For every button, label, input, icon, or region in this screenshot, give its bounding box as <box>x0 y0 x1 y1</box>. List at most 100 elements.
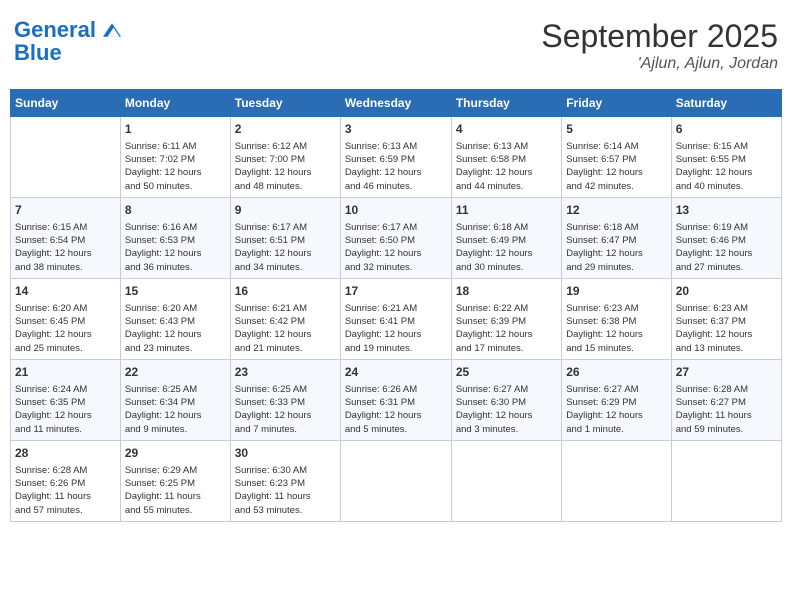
calendar-cell: 9 Sunrise: 6:17 AM Sunset: 6:51 PM Daylig… <box>230 197 340 278</box>
day-number: 23 <box>235 364 336 381</box>
title-block: September 2025 'Ajlun, Ajlun, Jordan <box>541 18 778 73</box>
calendar-cell: 28 Sunrise: 6:28 AM Sunset: 6:26 PM Dayli… <box>11 440 121 521</box>
logo: General Blue <box>14 18 121 64</box>
calendar-cell: 10 Sunrise: 6:17 AM Sunset: 6:50 PM Dayli… <box>340 197 451 278</box>
day-info: Sunrise: 6:17 AM Sunset: 6:50 PM Dayligh… <box>345 221 447 274</box>
calendar-cell: 24 Sunrise: 6:26 AM Sunset: 6:31 PM Dayli… <box>340 359 451 440</box>
calendar-cell: 14 Sunrise: 6:20 AM Sunset: 6:45 PM Dayli… <box>11 278 121 359</box>
day-info: Sunrise: 6:20 AM Sunset: 6:43 PM Dayligh… <box>125 302 226 355</box>
day-info: Sunrise: 6:23 AM Sunset: 6:37 PM Dayligh… <box>676 302 777 355</box>
logo-blue: Blue <box>14 42 121 64</box>
month-title: September 2025 <box>541 18 778 55</box>
calendar-cell: 27 Sunrise: 6:28 AM Sunset: 6:27 PM Dayli… <box>671 359 781 440</box>
day-info: Sunrise: 6:26 AM Sunset: 6:31 PM Dayligh… <box>345 383 447 436</box>
day-number: 5 <box>566 121 666 138</box>
calendar-cell: 3Sunrise: 6:13 AM Sunset: 6:59 PM Daylig… <box>340 117 451 198</box>
calendar-cell: 23 Sunrise: 6:25 AM Sunset: 6:33 PM Dayli… <box>230 359 340 440</box>
day-number: 24 <box>345 364 447 381</box>
calendar-cell: 29 Sunrise: 6:29 AM Sunset: 6:25 PM Dayli… <box>120 440 230 521</box>
day-info: Sunrise: 6:27 AM Sunset: 6:30 PM Dayligh… <box>456 383 557 436</box>
day-info: Sunrise: 6:23 AM Sunset: 6:38 PM Dayligh… <box>566 302 666 355</box>
day-info: Sunrise: 6:25 AM Sunset: 6:33 PM Dayligh… <box>235 383 336 436</box>
day-info: Sunrise: 6:20 AM Sunset: 6:45 PM Dayligh… <box>15 302 116 355</box>
calendar-cell <box>562 440 671 521</box>
day-info: Sunrise: 6:21 AM Sunset: 6:41 PM Dayligh… <box>345 302 447 355</box>
day-info: Sunrise: 6:14 AM Sunset: 6:57 PM Dayligh… <box>566 140 666 193</box>
day-number: 29 <box>125 445 226 462</box>
page-header: General Blue September 2025 'Ajlun, Ajlu… <box>10 10 782 81</box>
day-info: Sunrise: 6:19 AM Sunset: 6:46 PM Dayligh… <box>676 221 777 274</box>
day-number: 12 <box>566 202 666 219</box>
calendar-cell: 21 Sunrise: 6:24 AM Sunset: 6:35 PM Dayli… <box>11 359 121 440</box>
calendar-cell: 26Sunrise: 6:27 AM Sunset: 6:29 PM Dayli… <box>562 359 671 440</box>
day-info: Sunrise: 6:28 AM Sunset: 6:27 PM Dayligh… <box>676 383 777 436</box>
calendar-cell: 30 Sunrise: 6:30 AM Sunset: 6:23 PM Dayli… <box>230 440 340 521</box>
day-number: 17 <box>345 283 447 300</box>
day-info: Sunrise: 6:18 AM Sunset: 6:49 PM Dayligh… <box>456 221 557 274</box>
location: 'Ajlun, Ajlun, Jordan <box>541 55 778 73</box>
calendar-cell: 15 Sunrise: 6:20 AM Sunset: 6:43 PM Dayli… <box>120 278 230 359</box>
calendar-table: SundayMondayTuesdayWednesdayThursdayFrid… <box>10 89 782 522</box>
day-number: 30 <box>235 445 336 462</box>
calendar-cell: 13Sunrise: 6:19 AM Sunset: 6:46 PM Dayli… <box>671 197 781 278</box>
day-number: 26 <box>566 364 666 381</box>
day-number: 21 <box>15 364 116 381</box>
day-number: 28 <box>15 445 116 462</box>
calendar-cell: 4 Sunrise: 6:13 AM Sunset: 6:58 PM Daylig… <box>451 117 561 198</box>
calendar-cell <box>451 440 561 521</box>
col-header-monday: Monday <box>120 90 230 117</box>
calendar-cell <box>671 440 781 521</box>
calendar-cell: 17 Sunrise: 6:21 AM Sunset: 6:41 PM Dayli… <box>340 278 451 359</box>
calendar-cell <box>340 440 451 521</box>
day-info: Sunrise: 6:12 AM Sunset: 7:00 PM Dayligh… <box>235 140 336 193</box>
day-number: 7 <box>15 202 116 219</box>
day-info: Sunrise: 6:28 AM Sunset: 6:26 PM Dayligh… <box>15 464 116 517</box>
day-info: Sunrise: 6:13 AM Sunset: 6:58 PM Dayligh… <box>456 140 557 193</box>
day-info: Sunrise: 6:29 AM Sunset: 6:25 PM Dayligh… <box>125 464 226 517</box>
day-number: 11 <box>456 202 557 219</box>
calendar-cell: 5 Sunrise: 6:14 AM Sunset: 6:57 PM Daylig… <box>562 117 671 198</box>
day-number: 2 <box>235 121 336 138</box>
day-info: Sunrise: 6:21 AM Sunset: 6:42 PM Dayligh… <box>235 302 336 355</box>
day-number: 6 <box>676 121 777 138</box>
day-number: 14 <box>15 283 116 300</box>
day-info: Sunrise: 6:25 AM Sunset: 6:34 PM Dayligh… <box>125 383 226 436</box>
day-number: 25 <box>456 364 557 381</box>
col-header-friday: Friday <box>562 90 671 117</box>
day-info: Sunrise: 6:30 AM Sunset: 6:23 PM Dayligh… <box>235 464 336 517</box>
day-number: 20 <box>676 283 777 300</box>
calendar-cell: 6 Sunrise: 6:15 AM Sunset: 6:55 PM Daylig… <box>671 117 781 198</box>
day-info: Sunrise: 6:24 AM Sunset: 6:35 PM Dayligh… <box>15 383 116 436</box>
calendar-cell: 8 Sunrise: 6:16 AM Sunset: 6:53 PM Daylig… <box>120 197 230 278</box>
day-info: Sunrise: 6:18 AM Sunset: 6:47 PM Dayligh… <box>566 221 666 274</box>
day-info: Sunrise: 6:13 AM Sunset: 6:59 PM Dayligh… <box>345 140 447 193</box>
day-number: 27 <box>676 364 777 381</box>
calendar-cell: 22 Sunrise: 6:25 AM Sunset: 6:34 PM Dayli… <box>120 359 230 440</box>
logo-text: General <box>14 18 121 42</box>
day-info: Sunrise: 6:16 AM Sunset: 6:53 PM Dayligh… <box>125 221 226 274</box>
day-number: 8 <box>125 202 226 219</box>
col-header-tuesday: Tuesday <box>230 90 340 117</box>
calendar-cell: 16Sunrise: 6:21 AM Sunset: 6:42 PM Dayli… <box>230 278 340 359</box>
calendar-cell: 19 Sunrise: 6:23 AM Sunset: 6:38 PM Dayli… <box>562 278 671 359</box>
day-info: Sunrise: 6:15 AM Sunset: 6:54 PM Dayligh… <box>15 221 116 274</box>
day-number: 18 <box>456 283 557 300</box>
day-info: Sunrise: 6:11 AM Sunset: 7:02 PM Dayligh… <box>125 140 226 193</box>
day-number: 22 <box>125 364 226 381</box>
day-info: Sunrise: 6:17 AM Sunset: 6:51 PM Dayligh… <box>235 221 336 274</box>
day-number: 19 <box>566 283 666 300</box>
calendar-cell: 25 Sunrise: 6:27 AM Sunset: 6:30 PM Dayli… <box>451 359 561 440</box>
col-header-thursday: Thursday <box>451 90 561 117</box>
day-number: 15 <box>125 283 226 300</box>
day-number: 10 <box>345 202 447 219</box>
calendar-cell: 7 Sunrise: 6:15 AM Sunset: 6:54 PM Daylig… <box>11 197 121 278</box>
day-info: Sunrise: 6:22 AM Sunset: 6:39 PM Dayligh… <box>456 302 557 355</box>
col-header-sunday: Sunday <box>11 90 121 117</box>
calendar-cell: 18 Sunrise: 6:22 AM Sunset: 6:39 PM Dayli… <box>451 278 561 359</box>
calendar-cell <box>11 117 121 198</box>
day-number: 9 <box>235 202 336 219</box>
calendar-cell: 1 Sunrise: 6:11 AM Sunset: 7:02 PM Daylig… <box>120 117 230 198</box>
day-number: 4 <box>456 121 557 138</box>
day-info: Sunrise: 6:15 AM Sunset: 6:55 PM Dayligh… <box>676 140 777 193</box>
day-number: 1 <box>125 121 226 138</box>
